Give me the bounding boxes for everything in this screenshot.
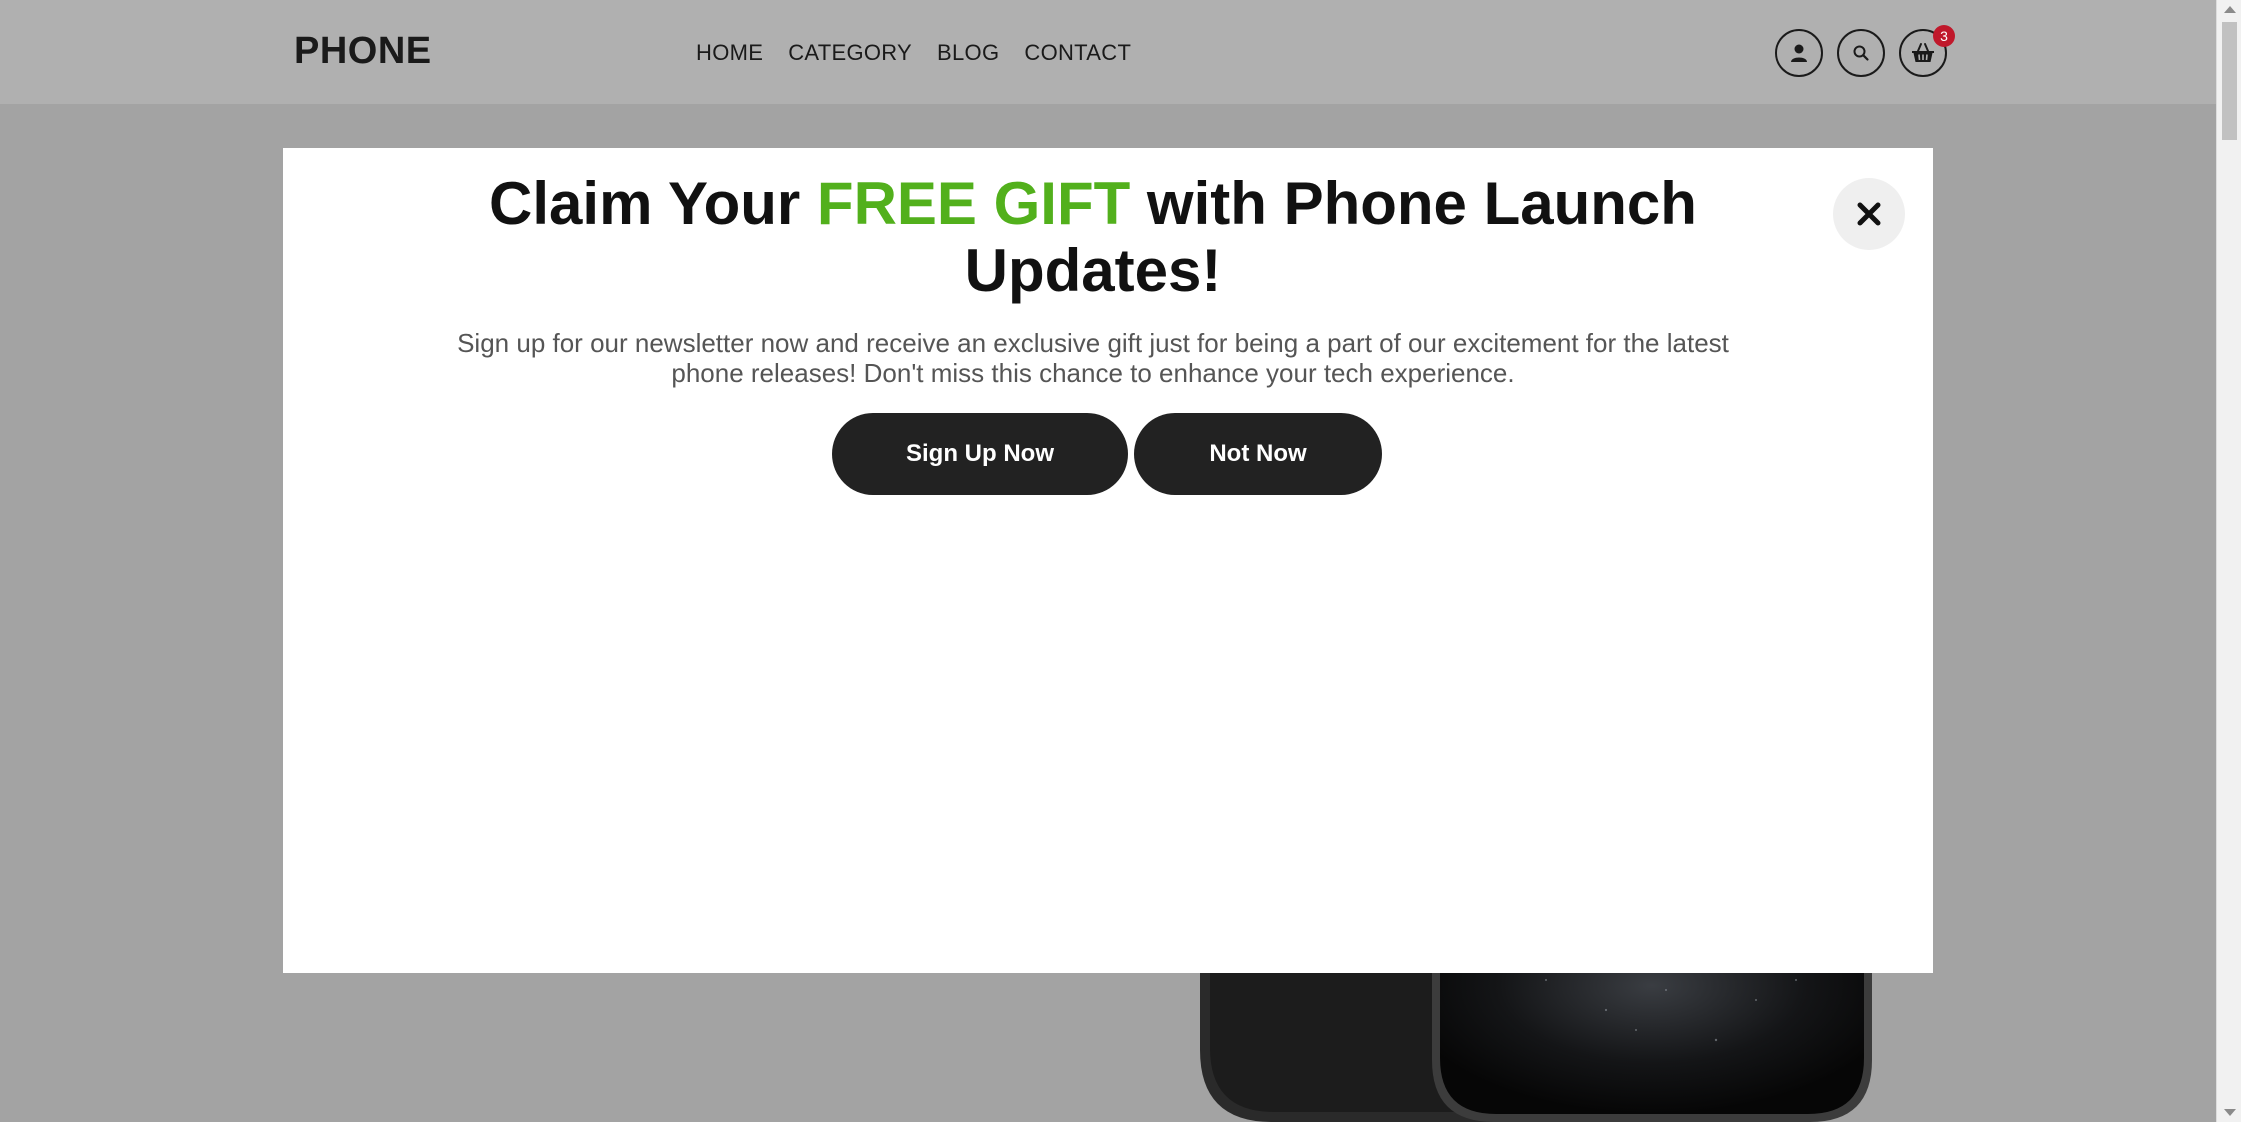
search-button[interactable] [1837, 29, 1885, 77]
search-icon [1853, 45, 1869, 61]
modal-title: Claim Your FREE GIFT with Phone Launch U… [433, 170, 1753, 304]
nav-home[interactable]: HOME [696, 40, 763, 66]
user-icon [1791, 44, 1807, 62]
account-button[interactable] [1775, 29, 1823, 77]
basket-icon [1912, 43, 1934, 62]
cart-button[interactable]: 3 [1899, 25, 1955, 77]
site-logo[interactable]: PHONE [294, 30, 432, 73]
modal-description: Sign up for our newsletter now and recei… [457, 328, 1729, 388]
newsletter-modal: Claim Your FREE GIFT with Phone Launch U… [283, 148, 1933, 973]
scroll-thumb[interactable] [2222, 22, 2237, 140]
nav-category[interactable]: CATEGORY [788, 40, 912, 66]
close-modal-button[interactable] [1833, 178, 1905, 250]
sign-up-button[interactable]: Sign Up Now [832, 413, 1128, 495]
scroll-up-arrow-icon[interactable] [2224, 6, 2236, 13]
not-now-button[interactable]: Not Now [1134, 413, 1382, 495]
main-nav: HOME CATEGORY BLOG CONTACT [696, 40, 1131, 66]
nav-blog[interactable]: BLOG [937, 40, 999, 66]
title-accent: FREE GIFT [816, 170, 1131, 237]
scroll-down-arrow-icon[interactable] [2224, 1109, 2236, 1116]
nav-contact[interactable]: CONTACT [1024, 40, 1131, 66]
close-icon [1857, 202, 1881, 226]
title-part-1: Claim Your [489, 170, 817, 237]
cart-count-badge: 3 [1933, 25, 1955, 47]
site-header: PHONE HOME CATEGORY BLOG CONTACT 3 [0, 0, 2216, 104]
vertical-scrollbar[interactable] [2216, 0, 2241, 1122]
